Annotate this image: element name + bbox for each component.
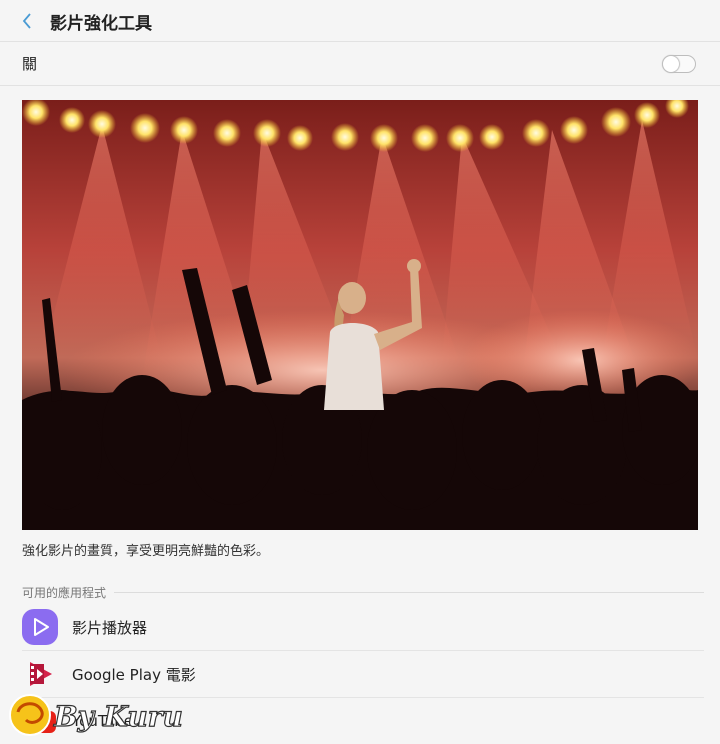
divider [0, 41, 720, 42]
section-header: 可用的應用程式 [22, 584, 704, 600]
page-title: 影片強化工具 [50, 13, 152, 34]
section-divider [114, 591, 704, 593]
video-player-icon [22, 609, 58, 645]
back-button[interactable] [18, 12, 36, 30]
switch-state-label: 關 [22, 55, 38, 73]
divider [0, 85, 720, 86]
chevron-left-icon [22, 13, 31, 29]
app-name: 影片播放器 [72, 618, 148, 637]
feature-description: 強化影片的畫質，享受更明亮鮮豔的色彩。 [22, 544, 270, 559]
preview-image [22, 100, 698, 530]
watermark: By Kuru [6, 690, 196, 740]
watermark-text: By Kuru [53, 700, 183, 733]
enhancer-switch-row[interactable]: 關 [0, 43, 720, 84]
app-bar: 影片強化工具 [0, 0, 720, 42]
app-item-video-player[interactable]: 影片播放器 [22, 604, 704, 650]
app-name: Google Play 電影 [72, 665, 196, 684]
section-title: 可用的應用程式 [22, 585, 107, 600]
google-play-movies-icon [22, 656, 58, 692]
enhancer-toggle[interactable] [662, 54, 696, 73]
toggle-knob [663, 55, 679, 72]
